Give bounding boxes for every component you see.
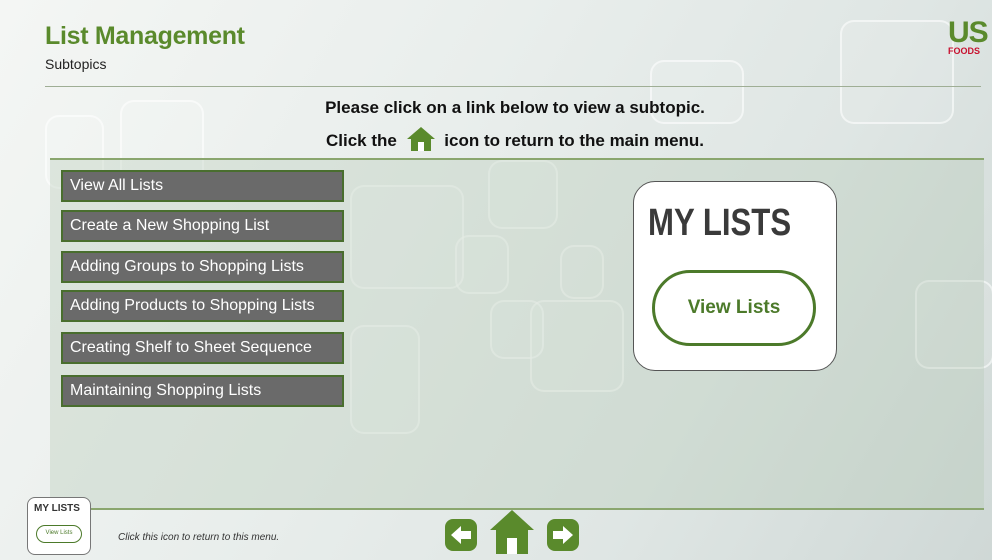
instruction-line-2: Click the icon to return to the main men… [200, 126, 830, 152]
us-foods-logo: US FOODS [948, 18, 992, 62]
card-title: MY LISTS [648, 202, 792, 244]
my-lists-card: MY LISTS View Lists [633, 181, 837, 371]
logo-text-top: US [948, 16, 989, 49]
link-adding-groups[interactable]: Adding Groups to Shopping Lists [61, 251, 344, 283]
instruction-line-1: Please click on a link below to view a s… [325, 98, 705, 117]
thumbnail-button: View Lists [36, 525, 82, 543]
page-subtitle: Subtopics [45, 56, 107, 72]
link-adding-products[interactable]: Adding Products to Shopping Lists [61, 290, 344, 322]
link-maintaining-lists[interactable]: Maintaining Shopping Lists [61, 375, 344, 407]
page-title: List Management [45, 22, 245, 50]
link-view-all-lists[interactable]: View All Lists [61, 170, 344, 202]
instruction-line-2-after: icon to return to the main menu. [444, 131, 705, 150]
back-arrow-icon[interactable] [444, 518, 478, 552]
header-divider [45, 86, 981, 87]
thumbnail-title: MY LISTS [34, 503, 80, 514]
link-shelf-to-sheet[interactable]: Creating Shelf to Sheet Sequence [61, 332, 344, 364]
footer-note: Click this icon to return to this menu. [118, 532, 280, 543]
instruction-line-2-before: Click the [325, 131, 397, 150]
home-icon [406, 127, 435, 151]
menu-thumbnail-icon[interactable]: MY LISTS View Lists [27, 497, 91, 555]
forward-arrow-icon[interactable] [546, 518, 580, 552]
background-tile [840, 20, 954, 124]
view-lists-button[interactable]: View Lists [652, 270, 816, 346]
link-create-new-shopping-list[interactable]: Create a New Shopping List [61, 210, 344, 242]
home-icon[interactable] [488, 508, 536, 556]
